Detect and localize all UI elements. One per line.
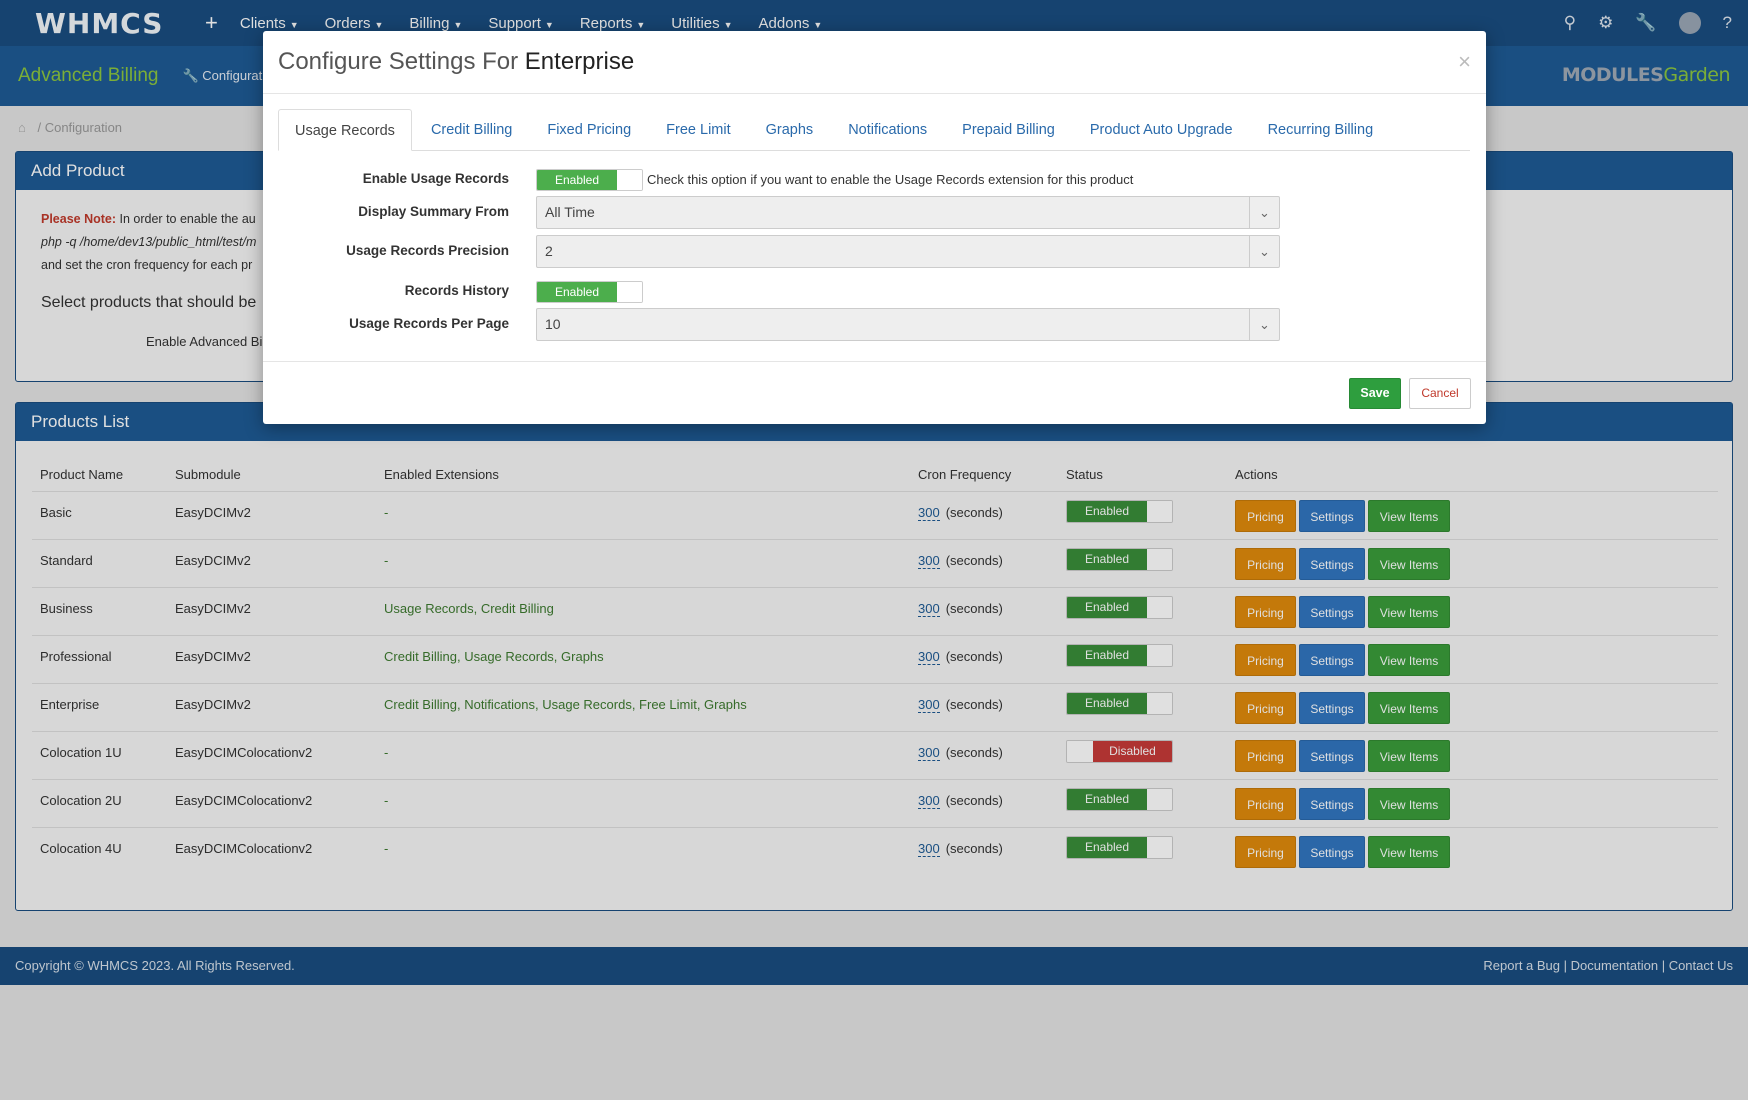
display-summary-label: Display Summary From: [358, 204, 509, 219]
tab-product-auto-upgrade[interactable]: Product Auto Upgrade: [1074, 109, 1249, 151]
per-page-select[interactable]: 10 ⌄: [536, 308, 1280, 341]
modal-footer: Save Cancel: [263, 361, 1486, 424]
chevron-down-icon: ⌄: [1249, 197, 1279, 228]
enable-usage-help: Check this option if you want to enable …: [647, 172, 1134, 187]
tab-usage-records[interactable]: Usage Records: [278, 109, 412, 151]
tab-notifications[interactable]: Notifications: [832, 109, 943, 151]
modal-title: Configure Settings For Enterprise: [278, 48, 635, 75]
records-history-toggle[interactable]: Enabled: [536, 281, 643, 303]
enable-usage-toggle[interactable]: Enabled: [536, 169, 643, 191]
tab-free-limit[interactable]: Free Limit: [650, 109, 746, 151]
chevron-down-icon: ⌄: [1249, 309, 1279, 340]
tab-graphs[interactable]: Graphs: [750, 109, 830, 151]
per-page-label: Usage Records Per Page: [349, 316, 509, 331]
settings-tabs: Usage Records Credit Billing Fixed Prici…: [278, 109, 1470, 151]
cancel-button[interactable]: Cancel: [1409, 378, 1471, 409]
tab-recurring-billing[interactable]: Recurring Billing: [1252, 109, 1390, 151]
tab-fixed-pricing[interactable]: Fixed Pricing: [531, 109, 647, 151]
precision-select[interactable]: 2 ⌄: [536, 235, 1280, 268]
precision-label: Usage Records Precision: [346, 243, 509, 258]
chevron-down-icon: ⌄: [1249, 236, 1279, 267]
tab-credit-billing[interactable]: Credit Billing: [415, 109, 528, 151]
configure-settings-modal: Configure Settings For Enterprise × Usag…: [263, 31, 1486, 424]
enable-usage-label: Enable Usage Records: [362, 171, 509, 186]
tab-prepaid-billing[interactable]: Prepaid Billing: [946, 109, 1071, 151]
records-history-label: Records History: [404, 283, 509, 298]
display-summary-select[interactable]: All Time ⌄: [536, 196, 1280, 229]
save-button[interactable]: Save: [1349, 378, 1401, 409]
close-icon[interactable]: ×: [1458, 49, 1471, 75]
